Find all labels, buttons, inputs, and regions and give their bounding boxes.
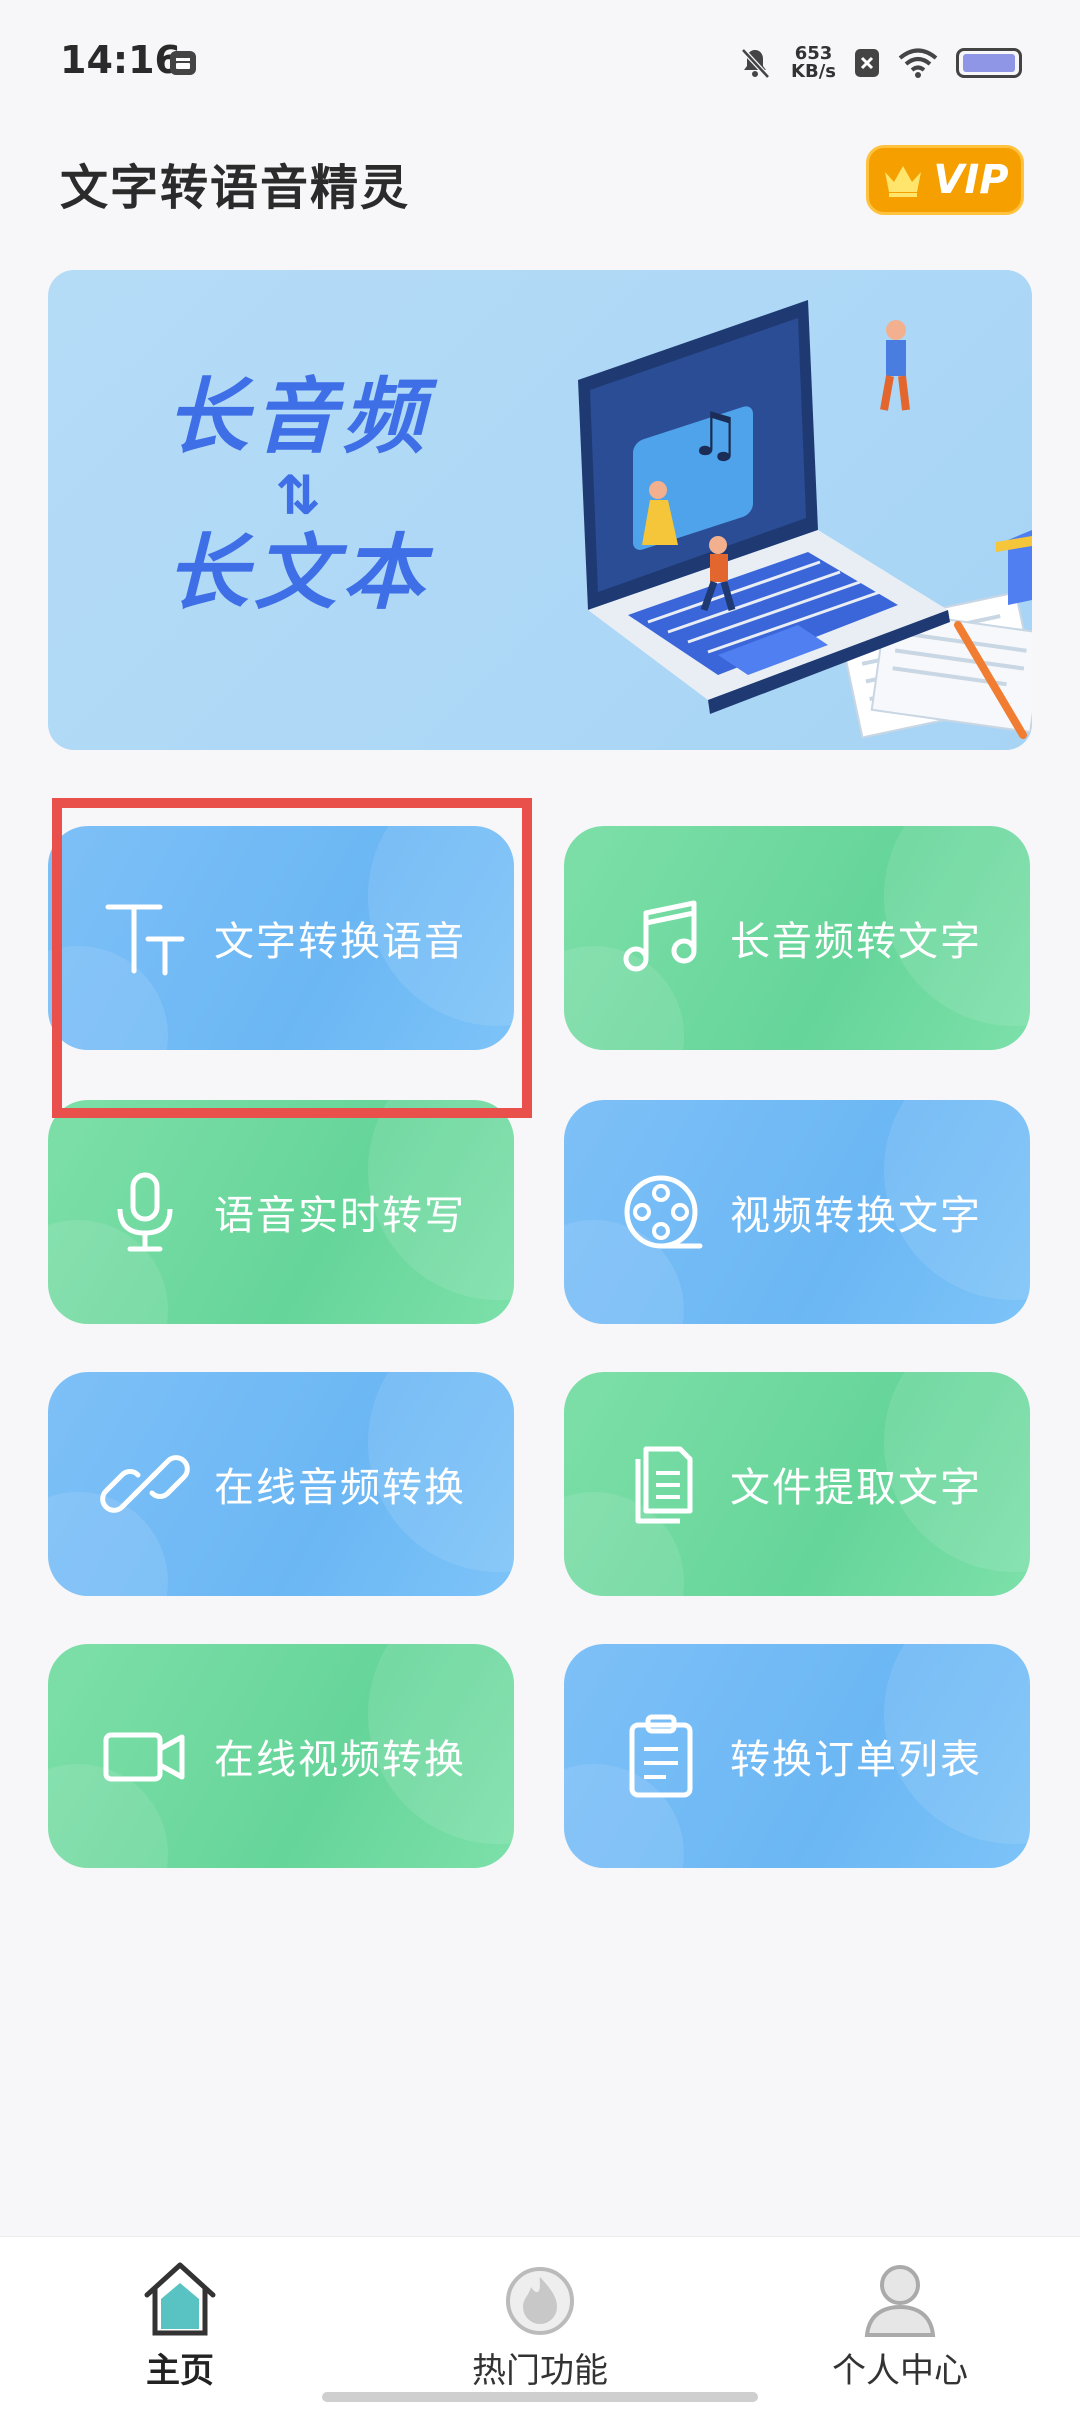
microphone-icon <box>117 1172 173 1252</box>
feature-long-audio-to-text[interactable]: 长音频转文字 <box>564 826 1030 1050</box>
net-speed: 653 KB/s <box>791 45 836 81</box>
battery-icon <box>956 48 1022 78</box>
nav-label: 热门功能 <box>472 2351 608 2391</box>
sim-blocked-icon <box>855 49 879 77</box>
music-note-icon <box>623 900 697 972</box>
nav-home[interactable]: 主页 <box>80 2257 280 2392</box>
app-notification-icon <box>170 51 196 75</box>
nav-hot-features[interactable]: 热门功能 <box>440 2257 640 2392</box>
feature-label: 在线音频转换 <box>214 1465 466 1511</box>
banner-line-1: 长音频 <box>166 370 430 465</box>
banner-arrows: ⇅ <box>275 464 321 527</box>
nav-profile[interactable]: 个人中心 <box>800 2257 1000 2392</box>
wifi-icon <box>898 48 938 78</box>
feature-label: 文件提取文字 <box>730 1465 982 1511</box>
nav-label: 个人中心 <box>832 2351 968 2391</box>
feature-online-video-convert[interactable]: 在线视频转换 <box>48 1644 514 1868</box>
person-icon <box>864 2265 936 2337</box>
nav-label: 主页 <box>146 2351 214 2391</box>
bottom-nav: 主页 热门功能 个人中心 <box>0 2236 1080 2409</box>
clipboard-icon <box>629 1714 693 1798</box>
banner-headline: 长音频 ⇅ 长文本 <box>148 370 448 622</box>
feature-label: 转换订单列表 <box>730 1737 982 1783</box>
banner-line-2: 长文本 <box>166 526 430 621</box>
feature-order-list[interactable]: 转换订单列表 <box>564 1644 1030 1868</box>
crown-icon <box>885 166 922 197</box>
vip-button[interactable]: VIP <box>866 145 1024 215</box>
feature-online-audio-convert[interactable]: 在线音频转换 <box>48 1372 514 1596</box>
highlight-box <box>52 798 532 1118</box>
svg-text:♫: ♫ <box>688 400 742 470</box>
film-reel-icon <box>624 1175 703 1249</box>
home-indicator[interactable] <box>322 2392 758 2402</box>
status-icons: 653 KB/s <box>737 38 1022 88</box>
promo-banner[interactable]: 长音频 ⇅ 长文本 ♫ <box>48 270 1032 750</box>
feature-label: 在线视频转换 <box>214 1737 466 1783</box>
status-bar: 14:16 653 KB/s <box>0 0 1080 120</box>
app-title: 文字转语音精灵 <box>60 160 411 216</box>
mute-bell-icon <box>741 48 770 79</box>
feature-label: 语音实时转写 <box>214 1193 466 1239</box>
feature-label: 长音频转文字 <box>730 919 982 965</box>
laptop-illustration: ♫ <box>578 300 1032 739</box>
feature-realtime-transcription[interactable]: 语音实时转写 <box>48 1100 514 1324</box>
fire-icon <box>506 2267 574 2335</box>
feature-label: 视频转换文字 <box>730 1193 982 1239</box>
status-time: 14:16 <box>60 38 181 82</box>
link-icon <box>100 1455 190 1513</box>
net-speed-unit: KB/s <box>791 61 836 82</box>
video-camera-icon <box>103 1732 185 1782</box>
feature-video-to-text[interactable]: 视频转换文字 <box>564 1100 1030 1324</box>
vip-label: VIP <box>933 157 1009 203</box>
documents-icon <box>635 1446 693 1524</box>
home-icon <box>144 2262 216 2336</box>
feature-file-extract-text[interactable]: 文件提取文字 <box>564 1372 1030 1596</box>
